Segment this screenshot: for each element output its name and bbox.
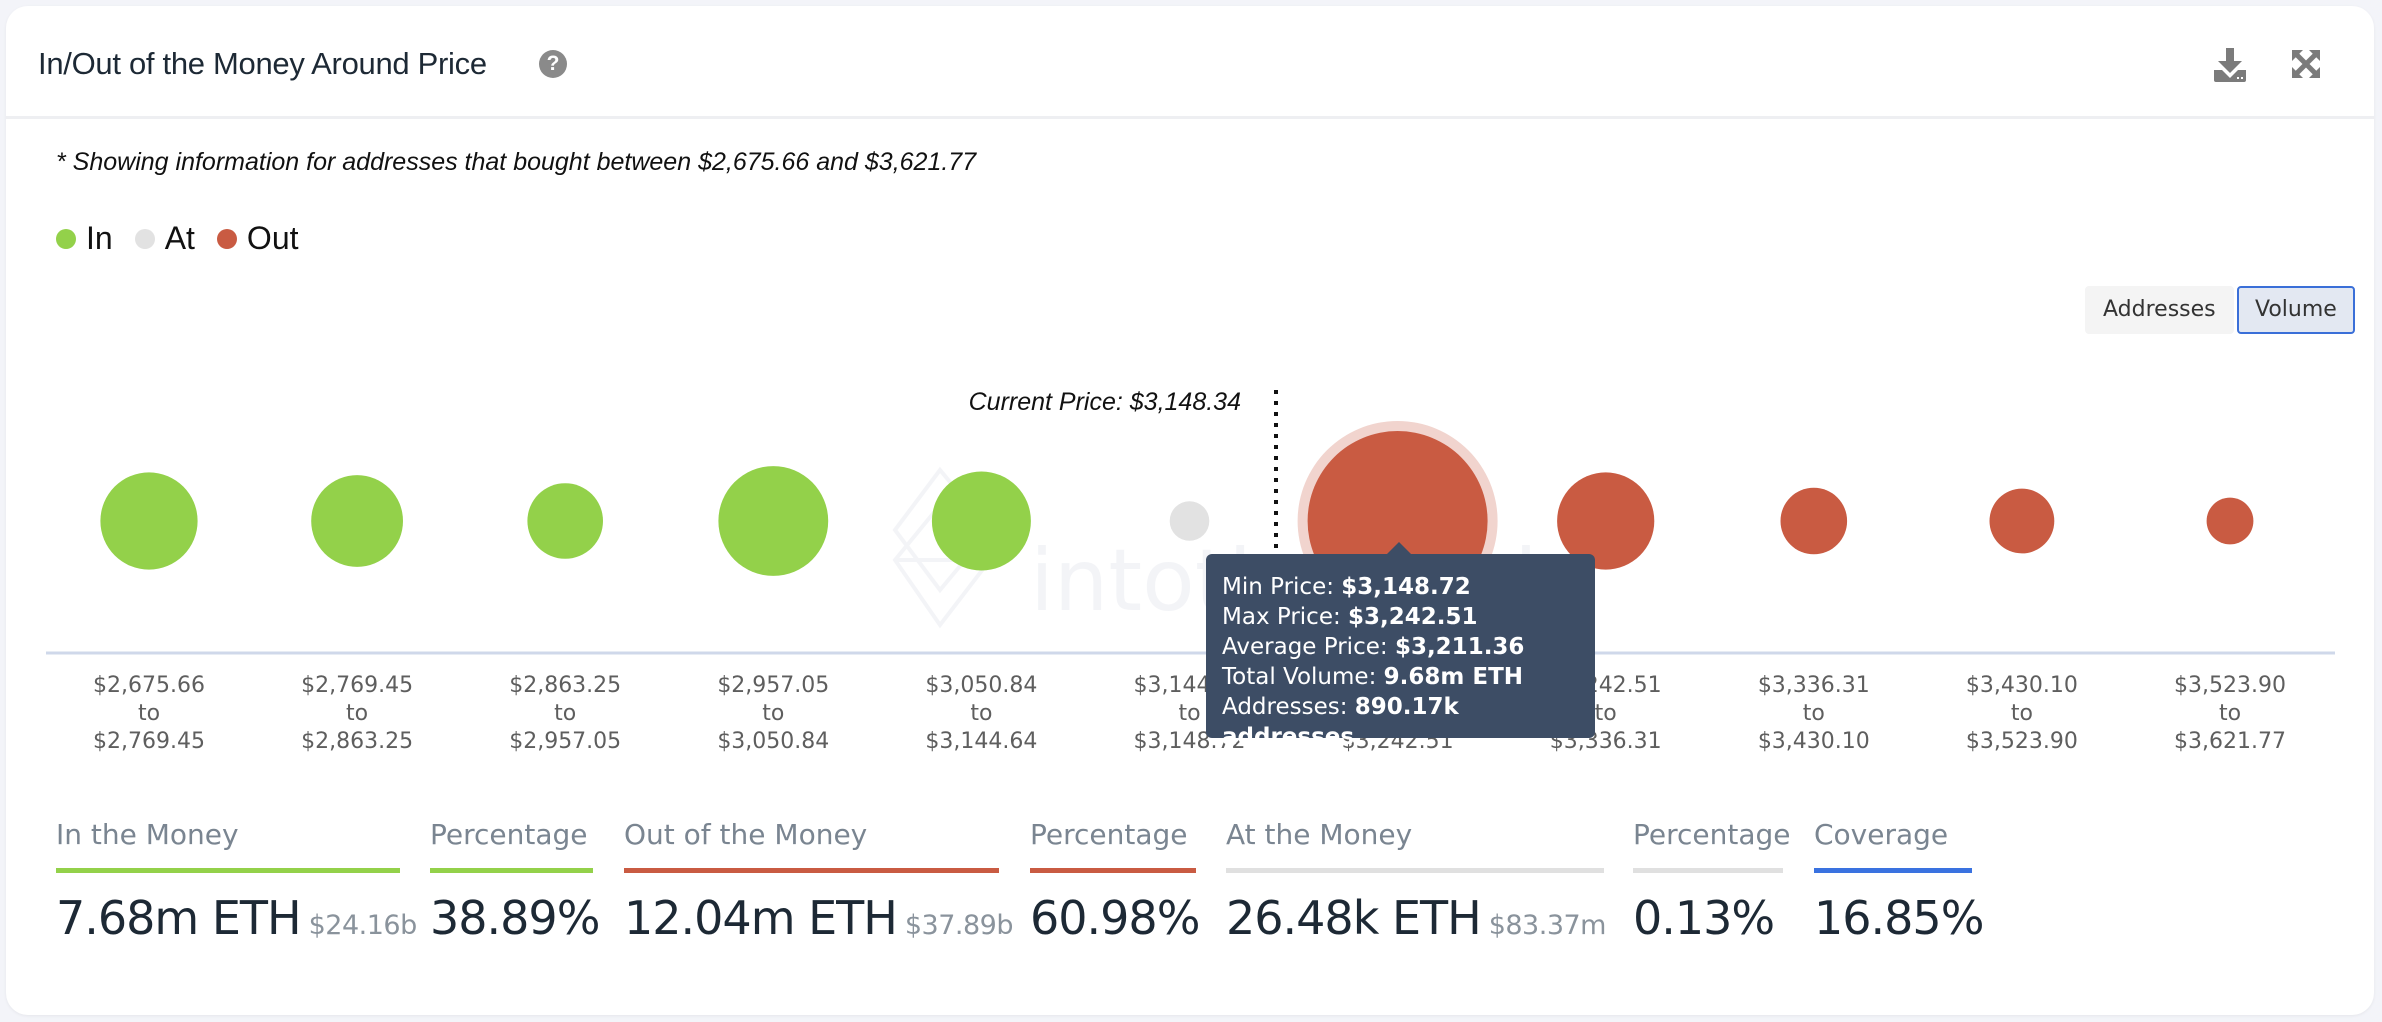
tick-label-from: $3,523.90: [2174, 673, 2286, 698]
stat-coverage: Coverage 16.85%: [1814, 818, 1984, 945]
tooltip-row-total-volume: Total Volume: 9.68m ETH: [1222, 664, 1524, 690]
stat-out-of-the-money: Out of the Money 12.04m ETH $37.89b: [624, 818, 1014, 945]
tooltip-row-average-price: Average Price: $3,211.36: [1222, 634, 1525, 660]
stat-at-percentage: Percentage 0.13%: [1633, 818, 1791, 945]
stat-in-the-money: In the Money 7.68m ETH $24.16b: [56, 818, 417, 945]
tooltip-row-min-price: Min Price: $3,148.72: [1222, 574, 1471, 600]
tick-label-joiner: to: [1803, 701, 1825, 726]
tick-label-joiner: to: [1178, 701, 1200, 726]
stat-label: Out of the Money: [624, 818, 868, 851]
stat-value: 38.89%: [430, 891, 600, 945]
tick-label-to: $3,144.64: [925, 729, 1037, 754]
tick-label-joiner: to: [346, 701, 368, 726]
tick-label-to: $2,863.25: [301, 729, 413, 754]
tick-label-joiner: to: [554, 701, 576, 726]
tick-label-joiner: to: [1595, 701, 1617, 726]
tick-label-from: $3,336.31: [1758, 673, 1870, 698]
tick-label-to: $3,621.77: [2174, 729, 2286, 754]
tick-label-joiner: to: [970, 701, 992, 726]
stat-value: 26.48k ETH $83.37m: [1226, 891, 1606, 945]
tick-label-from: $2,675.66: [93, 673, 205, 698]
stat-underline: [624, 868, 999, 873]
stat-value: 0.13%: [1633, 891, 1775, 945]
stat-at-the-money: At the Money 26.48k ETH $83.37m: [1226, 818, 1606, 945]
bubble-tooltip: Min Price: $3,148.72 Max Price: $3,242.5…: [1206, 542, 1595, 750]
bubble-in-5[interactable]: [931, 471, 1031, 571]
stat-underline: [1226, 868, 1604, 873]
tick-label-from: $3,050.84: [925, 673, 1037, 698]
stat-value: 16.85%: [1814, 891, 1984, 945]
stat-label: Coverage: [1814, 818, 1949, 851]
stat-in-percentage: Percentage 38.89%: [430, 818, 600, 945]
stat-underline: [1814, 868, 1972, 873]
tick-label-from: $2,957.05: [717, 673, 829, 698]
tick-label-joiner: to: [138, 701, 160, 726]
stat-label: Percentage: [430, 818, 588, 851]
stat-underline: [430, 868, 593, 873]
stat-underline: [56, 868, 400, 873]
stat-underline: [1633, 868, 1783, 873]
tick-label-to: $2,957.05: [509, 729, 621, 754]
tooltip-row-addresses: Addresses: 890.17k addresses: [1222, 694, 1459, 750]
stat-value: 60.98%: [1030, 891, 1200, 945]
tick-label-to: $3,050.84: [717, 729, 829, 754]
tick-label-to: $2,769.45: [93, 729, 205, 754]
tick-label-from: $2,769.45: [301, 673, 413, 698]
tooltip-arrow: [1387, 542, 1411, 554]
stat-value: 12.04m ETH $37.89b: [624, 891, 1014, 945]
bubble-in-1[interactable]: [100, 472, 198, 570]
bubble-out-9[interactable]: [1780, 487, 1848, 555]
stat-underline: [1030, 868, 1196, 873]
bubble-in-4[interactable]: [718, 466, 829, 576]
stat-label: At the Money: [1226, 818, 1413, 851]
stat-value: 7.68m ETH $24.16b: [56, 891, 417, 945]
stat-label: In the Money: [56, 818, 239, 851]
tick-label-joiner: to: [762, 701, 784, 726]
stat-label: Percentage: [1633, 818, 1791, 851]
tick-label-to: $3,430.10: [1758, 729, 1870, 754]
bubble-at-6[interactable]: [1169, 501, 1210, 541]
current-price-label: Current Price: $3,148.34: [969, 388, 1241, 416]
bubble-in-3[interactable]: [527, 483, 603, 559]
tick-label-joiner: to: [2011, 701, 2033, 726]
stat-out-percentage: Percentage 60.98%: [1030, 818, 1200, 945]
bubble-out-11[interactable]: [2206, 497, 2254, 545]
tick-label-from: $3,430.10: [1966, 673, 2078, 698]
tick-label-joiner: to: [2219, 701, 2241, 726]
tick-label-from: $2,863.25: [509, 673, 621, 698]
tick-label-to: $3,523.90: [1966, 729, 2078, 754]
tooltip-row-max-price: Max Price: $3,242.51: [1222, 604, 1478, 630]
stat-label: Percentage: [1030, 818, 1188, 851]
bubble-in-2[interactable]: [311, 475, 403, 567]
bubble-out-10[interactable]: [1989, 488, 2055, 554]
